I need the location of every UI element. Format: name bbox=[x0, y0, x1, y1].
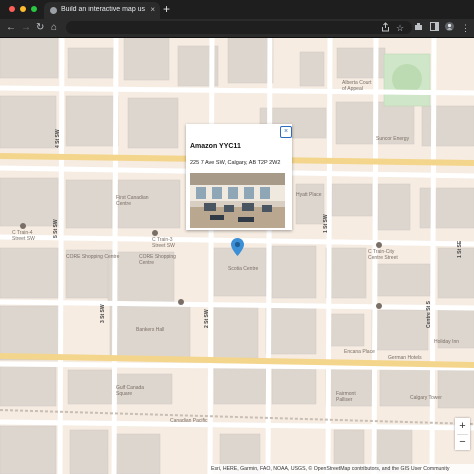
street-label: 5 St SW bbox=[53, 219, 59, 238]
close-window-button[interactable] bbox=[9, 6, 15, 12]
menu-kebab-icon[interactable]: ⋮ bbox=[461, 22, 470, 34]
globe-icon bbox=[50, 7, 57, 14]
landmark-label: Gulf Canada Square bbox=[116, 385, 145, 397]
landmark-label: Alberta Court of Appeal bbox=[342, 80, 372, 92]
street-label: 2 St SW bbox=[204, 309, 210, 328]
landmark-label: C Train-3 Street SW bbox=[152, 237, 175, 249]
close-tab-icon[interactable]: × bbox=[150, 5, 155, 14]
landmark-label: First Canadian Centre bbox=[116, 195, 149, 207]
street-label: 3 St SW bbox=[100, 304, 106, 323]
landmark-label: Suncor Energy bbox=[376, 136, 410, 142]
bookmark-star-icon[interactable]: ☆ bbox=[396, 22, 404, 34]
landmark-label: Scotia Centre bbox=[228, 266, 259, 272]
street-label: 1 St SE bbox=[457, 240, 463, 258]
zoom-in-button[interactable]: + bbox=[455, 418, 470, 434]
landmark-label: Fairmont Palliser bbox=[336, 391, 356, 403]
street-label: 4 St SW bbox=[55, 129, 61, 148]
popup-address: 225 7 Ave SW, Calgary, AB T2P 2W2 bbox=[190, 160, 281, 166]
popup-title: Amazon YYC11 bbox=[190, 143, 241, 150]
browser-tab-bar: Build an interactive map using × + bbox=[0, 0, 474, 19]
landmark-label: Canadian Pacific bbox=[170, 418, 208, 424]
address-bar[interactable] bbox=[66, 21, 412, 34]
profile-avatar-icon[interactable] bbox=[445, 22, 454, 34]
minimize-window-button[interactable] bbox=[20, 6, 26, 12]
landmark-label: CORE Shopping Centre bbox=[139, 254, 176, 266]
landmark-label: Holiday Inn bbox=[434, 339, 460, 345]
landmark-label: Hyatt Place bbox=[296, 192, 322, 198]
back-button[interactable]: ← bbox=[6, 22, 16, 34]
landmark-label: C Train-4 Street SW bbox=[12, 230, 35, 242]
street-label: Centre St S bbox=[426, 301, 432, 328]
street-label: 1 St SW bbox=[323, 214, 329, 233]
tab-title: Build an interactive map using bbox=[61, 6, 145, 13]
location-pin-icon[interactable] bbox=[231, 238, 244, 256]
landmark-label: Bankers Hall bbox=[136, 327, 165, 333]
home-button[interactable]: ⌂ bbox=[51, 22, 57, 34]
side-panel-icon[interactable] bbox=[430, 22, 439, 34]
forward-button[interactable]: → bbox=[21, 22, 31, 34]
landmark-label: CORE Shopping Centre bbox=[66, 254, 120, 260]
extensions-icon[interactable] bbox=[414, 22, 423, 34]
browser-toolbar: ← → ↻ ⌂ ☆ ⋮ bbox=[0, 19, 474, 37]
landmark-label: Calgary Tower bbox=[410, 395, 442, 401]
zoom-controls: + − bbox=[455, 418, 470, 450]
popup-close-button[interactable]: × bbox=[280, 126, 292, 138]
landmark-label: Encana Place bbox=[344, 349, 375, 355]
browser-tab[interactable]: Build an interactive map using × bbox=[44, 2, 160, 19]
new-tab-button[interactable]: + bbox=[163, 3, 170, 15]
maximize-window-button[interactable] bbox=[31, 6, 37, 12]
reload-button[interactable]: ↻ bbox=[36, 22, 44, 34]
share-icon[interactable] bbox=[381, 22, 390, 35]
landmark-label: German Hotels bbox=[388, 355, 422, 361]
zoom-out-button[interactable]: − bbox=[455, 434, 470, 450]
popup-office-photo bbox=[190, 173, 285, 228]
map-attribution: Esri, HERE, Garmin, FAO, NOAA, USGS, © O… bbox=[208, 464, 474, 474]
landmark-label: C Train-City Centre Street bbox=[368, 249, 398, 261]
